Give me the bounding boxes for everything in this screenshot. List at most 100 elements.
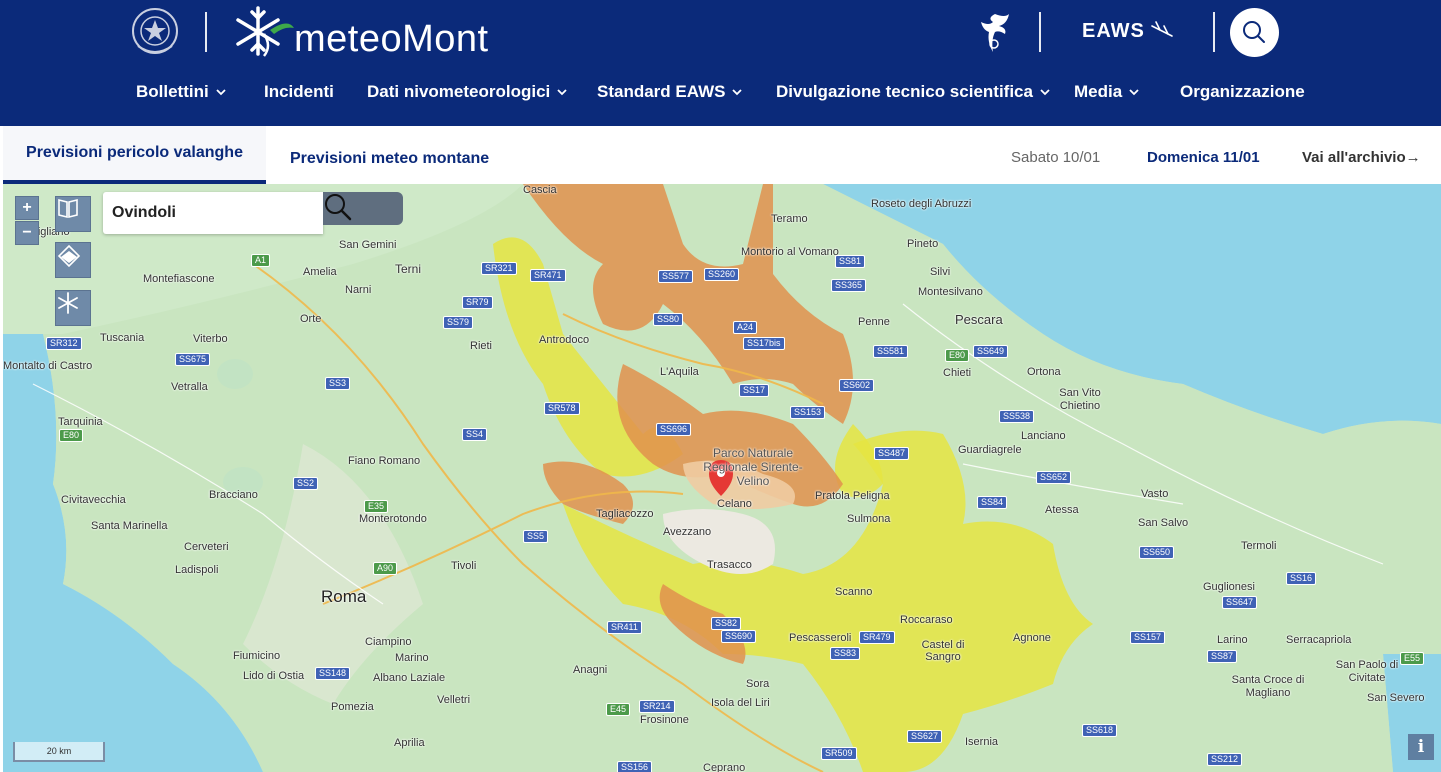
road-shield: SS3 (325, 377, 351, 390)
date-domenica[interactable]: Domenica 11/01 (1147, 126, 1260, 184)
chevron-down-icon (1129, 89, 1139, 96)
place-label: Atessa (1045, 504, 1079, 516)
road-shield: SS4 (462, 428, 488, 441)
road-shield: SR321 (481, 262, 517, 275)
nav-label: Organizzazione (1180, 82, 1305, 101)
road-shield: SS16 (1286, 572, 1317, 585)
zoom-in-button[interactable]: + (15, 196, 39, 220)
place-label: Ceprano (703, 762, 746, 772)
avalanche-danger-map[interactable]: Teramo Roseto degli Abruzzi Pineto Silvi… (3, 184, 1441, 772)
nav-item-divulgazione[interactable]: Divulgazione tecnico scientifica (776, 82, 1051, 102)
header-divider (1039, 12, 1041, 52)
zoom-in-label: + (22, 199, 32, 216)
place-label: Pomezia (331, 701, 374, 713)
nav-item-dati-nivometeorologici[interactable]: Dati nivometeorologici (367, 82, 568, 102)
zoom-out-label: − (22, 224, 32, 241)
tab-previsioni-meteo[interactable]: Previsioni meteo montane (290, 130, 489, 188)
nav-item-bollettini[interactable]: Bollettini (136, 82, 227, 102)
chevron-down-icon (216, 89, 226, 96)
map-layers-button[interactable] (55, 242, 91, 278)
eaws-logo[interactable]: EAWS (1082, 20, 1178, 48)
nav-item-organizzazione[interactable]: Organizzazione (1180, 82, 1305, 102)
carabinieri-flame-icon[interactable] (975, 10, 1015, 56)
place-label: San Paolo di Civitate (1335, 659, 1399, 684)
place-label: Bracciano (209, 489, 258, 501)
road-shield: SS487 (874, 447, 910, 460)
place-label-roma: Roma (321, 587, 367, 606)
tab-previsioni-valanghe[interactable]: Previsioni pericolo valanghe (3, 126, 266, 184)
nav-label: Incidenti (264, 82, 334, 101)
place-label: Terni (395, 262, 422, 276)
place-label: Pescara (955, 312, 1003, 327)
nav-item-incidenti[interactable]: Incidenti (264, 82, 334, 102)
place-label: Chieti (943, 367, 972, 379)
place-label: Penne (858, 316, 890, 328)
place-label: Teramo (771, 213, 808, 225)
place-label: Sora (746, 678, 770, 690)
road-shield: SR509 (821, 747, 857, 760)
road-shield: SS153 (790, 406, 826, 419)
site-name[interactable]: meteoMont (294, 18, 489, 61)
place-label: Guglionesi (1203, 581, 1255, 593)
archive-link[interactable]: Vai all'archivio→ (1302, 126, 1421, 184)
header-search-button[interactable] (1230, 8, 1279, 57)
place-label: Tuscania (100, 332, 145, 344)
place-label: Monterotondo (359, 513, 427, 525)
place-label: Lanciano (1021, 430, 1066, 442)
info-label: i (1417, 737, 1425, 757)
header-divider (1213, 12, 1215, 52)
place-label: Albano Laziale (373, 672, 446, 684)
place-label: Agnone (1013, 632, 1051, 644)
road-shield: SS650 (1139, 546, 1175, 559)
zoom-out-button[interactable]: − (15, 221, 39, 245)
place-label: Rieti (470, 340, 493, 352)
map-search-button[interactable] (323, 192, 403, 225)
map-book-button[interactable] (55, 196, 91, 232)
map-snow-button[interactable] (55, 290, 91, 326)
road-shield: SS602 (839, 379, 875, 392)
place-label: Pineto (907, 238, 939, 250)
road-shield: SR471 (530, 269, 566, 282)
scale-label: 20 km (46, 746, 72, 756)
search-icon (325, 194, 352, 221)
map-info-button[interactable]: i (1408, 734, 1434, 760)
nav-label: Media (1074, 82, 1123, 101)
tab-label: Previsioni pericolo valanghe (26, 144, 243, 161)
place-label: Ortona (1027, 366, 1061, 378)
road-shield: SS647 (1222, 596, 1258, 609)
place-label: Fiano Romano (348, 455, 421, 467)
place-label: Antrodoco (539, 334, 590, 346)
road-shield: A1 (251, 254, 271, 267)
road-shield: SR79 (462, 296, 493, 309)
place-label: Serracapriola (1286, 634, 1352, 646)
road-shield: SS81 (835, 255, 866, 268)
mountain-layers-icon (57, 244, 81, 268)
place-label: L'Aquila (660, 366, 699, 378)
date-sabato[interactable]: Sabato 10/01 (1011, 126, 1100, 184)
road-shield: SS157 (1130, 631, 1166, 644)
road-shield: SS87 (1207, 650, 1238, 663)
forecast-tabs: Previsioni pericolo valanghe Previsioni … (0, 126, 1441, 184)
eaws-snow-icon (1151, 21, 1173, 37)
road-shield: SS17bis (743, 337, 785, 350)
site-header: meteoMont EAWS Bollettini Incidenti Dati… (0, 0, 1441, 126)
nav-item-media[interactable]: Media (1074, 82, 1140, 102)
place-label: San Vito Chietino (1059, 387, 1101, 412)
road-shield: SS652 (1036, 471, 1072, 484)
place-label: Larino (1217, 634, 1248, 646)
place-label: Viterbo (193, 333, 228, 345)
road-shield: E80 (945, 349, 970, 362)
nav-label: Divulgazione tecnico scientifica (776, 82, 1033, 101)
nav-item-standard-eaws[interactable]: Standard EAWS (597, 82, 743, 102)
tab-label: Previsioni meteo montane (290, 150, 490, 167)
road-shield: SS148 (315, 667, 351, 680)
place-label: Isola del Liri (711, 697, 770, 709)
place-label: Montorio al Vomano (741, 246, 839, 258)
book-icon (58, 198, 78, 219)
snowflake-logo-icon[interactable] (228, 4, 298, 60)
place-label: Vasto (1141, 488, 1169, 500)
map-search-input[interactable] (103, 192, 323, 234)
road-shield: SR578 (544, 402, 580, 415)
park-label: Parco Naturale Regionale Sirente-Velino (703, 446, 803, 488)
place-label: San Salvo (1138, 517, 1189, 529)
